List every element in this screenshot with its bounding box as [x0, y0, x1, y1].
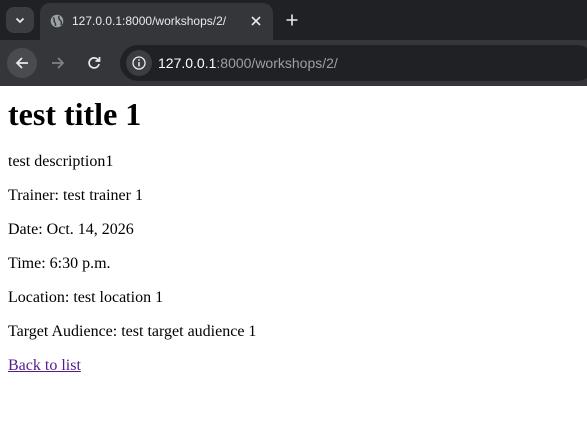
page-title: test title 1 [8, 96, 142, 132]
browser-toolbar: 127.0.0.1:8000/workshops/2/ [0, 40, 587, 86]
forward-button[interactable] [43, 48, 73, 78]
back-to-list-link[interactable]: Back to list [8, 357, 81, 374]
location-label: Location: [8, 289, 74, 306]
address-bar[interactable]: 127.0.0.1:8000/workshops/2/ [120, 45, 587, 81]
audience-line: Target Audience: test target audience 1 [8, 323, 256, 341]
date-label: Date: [8, 221, 47, 238]
time-label: Time: [8, 255, 50, 272]
url-path: :8000/workshops/2/ [216, 55, 338, 71]
new-tab-button[interactable] [282, 10, 302, 30]
date-value: Oct. 14, 2026 [46, 221, 134, 238]
browser-tab[interactable]: 127.0.0.1:8000/workshops/2/ [40, 3, 273, 40]
info-icon [132, 56, 146, 70]
globe-icon [50, 14, 64, 28]
tab-search-button[interactable] [6, 7, 34, 33]
trainer-label: Trainer: [8, 187, 63, 204]
trainer-line: Trainer: test trainer 1 [8, 187, 143, 205]
site-info-button[interactable] [126, 50, 152, 76]
date-line: Date: Oct. 14, 2026 [8, 221, 134, 239]
workshop-description: test description1 [8, 153, 114, 170]
back-button[interactable] [7, 48, 37, 78]
plus-icon [286, 14, 298, 26]
arrow-left-icon [15, 57, 28, 69]
tab-close-button[interactable] [247, 12, 265, 30]
location-line: Location: test location 1 [8, 289, 163, 307]
location-value: test location 1 [73, 289, 164, 306]
browser-tab-strip: 127.0.0.1:8000/workshops/2/ [0, 0, 587, 40]
reload-icon [88, 57, 101, 69]
trainer-value: test trainer 1 [62, 187, 143, 204]
url-host: 127.0.0.1 [158, 55, 217, 71]
reload-button[interactable] [79, 48, 109, 78]
address-url: 127.0.0.1:8000/workshops/2/ [158, 54, 338, 72]
close-icon [251, 16, 261, 26]
arrow-right-icon [52, 57, 65, 69]
audience-label: Target Audience: [8, 323, 122, 340]
audience-value: test target audience 1 [121, 323, 257, 340]
time-line: Time: 6:30 p.m. [8, 255, 111, 273]
chevron-down-icon [15, 17, 25, 24]
back-line: Back to list [8, 357, 81, 375]
tab-title: 127.0.0.1:8000/workshops/2/ [72, 14, 227, 28]
time-value: 6:30 p.m. [49, 255, 111, 272]
